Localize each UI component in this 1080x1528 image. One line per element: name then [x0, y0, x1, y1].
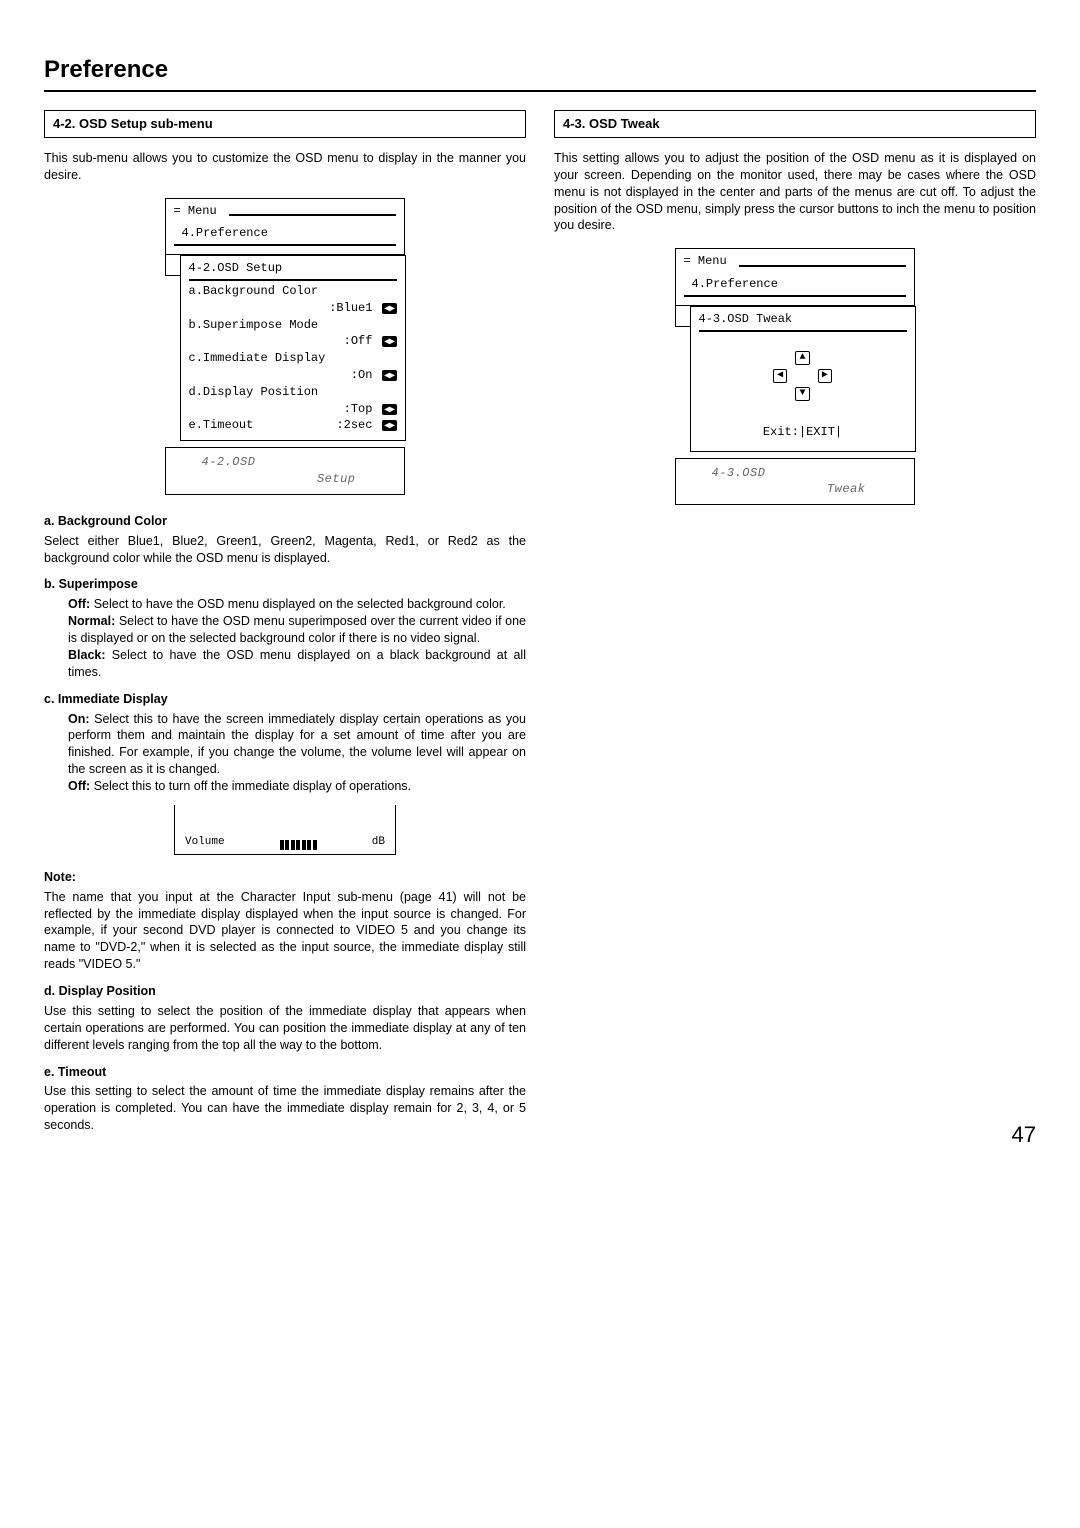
e-body: Use this setting to select the amount of…: [44, 1083, 526, 1134]
page-number: 47: [1012, 1120, 1036, 1150]
menu-item-disppos: d.Display Position: [189, 384, 319, 401]
c-off-label: Off:: [68, 779, 90, 793]
e-heading: e. Timeout: [44, 1064, 526, 1081]
osd-setup-intro: This sub-menu allows you to customize th…: [44, 150, 526, 184]
tweak-menu-level2: 4-3.OSD Tweak: [699, 311, 907, 328]
menu-value-immediate: :On: [189, 367, 377, 384]
d-body: Use this setting to select the position …: [44, 1003, 526, 1054]
down-arrow-icon: ▼: [795, 387, 809, 401]
menu-value-superimpose: :Off: [189, 333, 377, 350]
menu-footer-line1: 4-2.OSD: [174, 454, 396, 471]
osd-tweak-menu-diagram: = Menu 4.Preference 4-3.OSD Tweak ▲ ◀: [554, 248, 1036, 505]
right-arrow-icon: ▶: [818, 369, 832, 383]
tweak-footer-line1: 4-3.OSD: [684, 465, 906, 482]
volume-unit: dB: [372, 835, 385, 850]
c-on-label: On:: [68, 712, 90, 726]
a-heading: a. Background Color: [44, 513, 526, 530]
menu-item-bgcolor: a.Background Color: [189, 283, 319, 300]
up-arrow-icon: ▲: [795, 351, 809, 365]
b-black-label: Black:: [68, 648, 106, 662]
menu-value-timeout: :2sec: [259, 417, 376, 434]
b-normal-label: Normal:: [68, 614, 115, 628]
page-title: Preference: [44, 54, 1036, 92]
tweak-footer-line2: Tweak: [684, 481, 906, 498]
left-right-arrow-icon: ◂▸: [382, 370, 396, 381]
menu-top-label: = Menu: [174, 203, 217, 220]
left-right-arrow-icon: ◂▸: [382, 404, 396, 415]
menu-footer-line2: Setup: [174, 471, 396, 488]
tweak-menu-top: = Menu: [684, 253, 727, 270]
osd-tweak-intro: This setting allows you to adjust the po…: [554, 150, 1036, 234]
b-black-body: Select to have the OSD menu displayed on…: [68, 648, 526, 679]
osd-setup-menu-diagram: = Menu 4.Preference 4-2.OSD Setup a.Back…: [44, 198, 526, 495]
menu-item-superimpose: b.Superimpose Mode: [189, 317, 319, 334]
note-body: The name that you input at the Character…: [44, 889, 526, 973]
tweak-exit-label: Exit:|EXIT|: [699, 424, 907, 441]
volume-bars-icon: [280, 840, 317, 850]
c-heading: c. Immediate Display: [44, 691, 526, 708]
b-off-body: Select to have the OSD menu displayed on…: [94, 597, 506, 611]
note-heading: Note:: [44, 869, 526, 886]
a-body: Select either Blue1, Blue2, Green1, Gree…: [44, 533, 526, 567]
osd-tweak-heading: 4-3. OSD Tweak: [554, 110, 1036, 138]
c-on-body: Select this to have the screen immediate…: [68, 712, 526, 777]
menu-item-immediate: c.Immediate Display: [189, 350, 326, 367]
b-off-label: Off:: [68, 597, 90, 611]
d-heading: d. Display Position: [44, 983, 526, 1000]
left-right-arrow-icon: ◂▸: [382, 420, 396, 431]
volume-display-diagram: Volume dB: [174, 805, 396, 855]
menu-item-timeout: e.Timeout: [189, 417, 254, 434]
c-off-body: Select this to turn off the immediate di…: [94, 779, 411, 793]
tweak-menu-level1: 4.Preference: [684, 276, 906, 293]
menu-level1: 4.Preference: [174, 225, 396, 242]
osd-setup-heading: 4-2. OSD Setup sub-menu: [44, 110, 526, 138]
left-right-arrow-icon: ◂▸: [382, 303, 396, 314]
left-arrow-icon: ◀: [773, 369, 787, 383]
right-column: 4-3. OSD Tweak This setting allows you t…: [554, 110, 1036, 1144]
menu-value-disppos: :Top: [189, 401, 377, 418]
left-right-arrow-icon: ◂▸: [382, 336, 396, 347]
b-normal-body: Select to have the OSD menu superimposed…: [68, 614, 526, 645]
left-column: 4-2. OSD Setup sub-menu This sub-menu al…: [44, 110, 526, 1144]
menu-value-bgcolor: :Blue1: [189, 300, 377, 317]
volume-label: Volume: [185, 835, 225, 850]
menu-level2: 4-2.OSD Setup: [189, 260, 397, 277]
b-heading: b. Superimpose: [44, 576, 526, 593]
